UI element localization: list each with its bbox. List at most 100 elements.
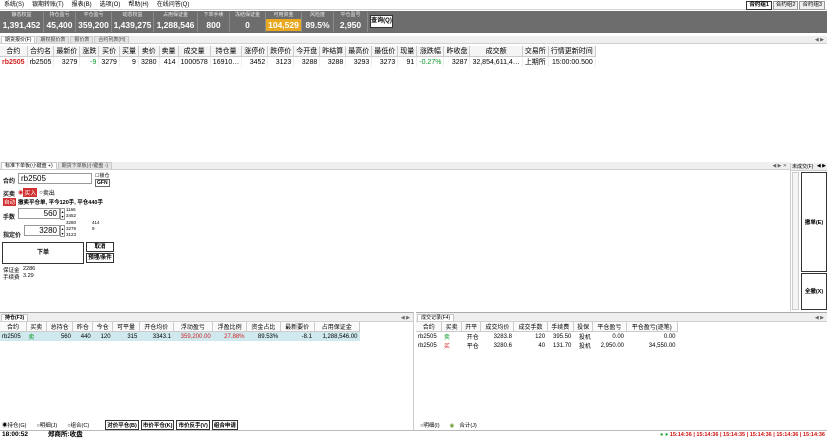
query-button[interactable]: 查询(Q)	[370, 15, 393, 28]
tab-contract-list[interactable]: 合约列表(H)	[94, 36, 130, 43]
tab-quote-list[interactable]: 报价表	[70, 36, 94, 43]
table-row[interactable]: rb2505 买 平仓 3280.6 40 131.70 投机 2,950.00 34,550.…	[416, 341, 678, 351]
account-value: 0	[245, 20, 250, 30]
quote-tab-nav[interactable]: ◀ ▶	[815, 37, 827, 43]
table-cell: -9	[79, 56, 100, 67]
menu-report[interactable]: 报表(B)	[72, 0, 92, 10]
tab-futures-order[interactable]: 期货下单板(小键盘 -)	[57, 162, 113, 169]
radio-combo[interactable]: ○组合(C)	[67, 421, 94, 429]
radio-trade-detail[interactable]: ○明细(I)	[420, 421, 445, 429]
table-cell: 3288	[293, 56, 321, 67]
pending-orders-title[interactable]: 未成交(F)	[792, 163, 813, 170]
combo-apply-button[interactable]: 组合申请	[211, 420, 238, 430]
table-cell: 89.53%	[246, 331, 281, 341]
tab-futures-quote[interactable]: 期货报价(F)	[1, 36, 36, 43]
tab-options-quote[interactable]: 期权报价表	[36, 36, 70, 43]
gfn-toggle[interactable]: GFN	[95, 179, 110, 187]
qty-hint-2: 3452	[66, 213, 77, 218]
radio-trade-sum[interactable]: ◉ 合计(J)	[450, 421, 482, 429]
table-cell: 投机	[578, 344, 591, 350]
table-cell: 卖	[443, 335, 450, 341]
table-cell: 32,854,611,4…	[469, 56, 523, 67]
table-cell: 买	[443, 344, 450, 350]
layout-tab-2[interactable]: 合约组2	[772, 1, 799, 10]
account-value: 89.5%	[305, 20, 330, 30]
column-header: 总持仓	[46, 322, 74, 332]
table-cell: 15:00:00.500	[548, 56, 596, 67]
account-order-fee: 下单手续 800	[198, 12, 230, 32]
account-value: 104,529	[266, 19, 301, 31]
column-header: 昨收盘	[443, 46, 471, 57]
table-cell: rb2505	[0, 56, 28, 67]
table-cell: 3280	[138, 56, 160, 67]
exchange-clock: 15:14:36	[696, 432, 719, 438]
column-header: 合约名	[27, 46, 55, 57]
column-header: 成交量	[178, 46, 211, 57]
column-header: 合约	[416, 322, 443, 332]
lock-checkbox[interactable]: ☐锁仓	[95, 172, 110, 179]
tab-standard-order[interactable]: 标准下单板(小键盘 +)	[1, 162, 57, 169]
table-cell: 卖	[26, 331, 47, 341]
cancel-order-button[interactable]: 撤单(E)	[801, 172, 827, 272]
table-cell: rb2505	[418, 333, 437, 340]
table-cell: 414	[159, 56, 179, 67]
radio-detail-label: 明细(J)	[39, 423, 58, 429]
side-radio-group: ◉ 买入 ○ 卖出	[18, 188, 55, 197]
menu-help[interactable]: 帮助(H)	[128, 0, 148, 10]
menu-system[interactable]: 系统(S)	[4, 0, 24, 10]
radio-position[interactable]: ◉持仓(G)	[2, 421, 31, 429]
qty-stepper[interactable]: ▴ ▾	[60, 208, 65, 220]
contract-input[interactable]: rb2505	[18, 173, 92, 184]
positions-nav[interactable]: ◀ ▶	[401, 315, 413, 321]
auto-tag[interactable]: 自动	[3, 198, 17, 206]
table-row[interactable]: rb2505 卖 开仓 3283.8 120 395.50 投机 0.00 0.00	[416, 332, 678, 342]
account-frozen-margin: 冻结保证金 0	[230, 12, 266, 32]
reverse-at-market-button[interactable]: 市价反手(V)	[176, 420, 210, 430]
pending-orders-nav[interactable]: ◀ ▶	[817, 163, 826, 170]
condition-order-button[interactable]: 预埋/条件	[86, 253, 114, 263]
tab-trades[interactable]: 成交记录(F4)	[417, 314, 455, 321]
layout-tab-1[interactable]: 合约组1	[746, 1, 772, 10]
column-header: 持仓量	[210, 46, 243, 57]
trades-nav[interactable]: ◀ ▶	[815, 315, 827, 321]
price-stepper[interactable]: ▴ ▾	[60, 225, 65, 237]
table-row[interactable]: rb2505 卖 560 440 120 315 3343.1 359,200.00 27.88…	[0, 331, 360, 341]
account-value: 1,288,546	[156, 20, 195, 30]
exchange-clocks: ● ● 15:14:36 | 15:14:36 | 15:14:35 | 15:…	[660, 432, 825, 438]
qty-input[interactable]: 560	[18, 208, 60, 219]
radio-combo-label: 组合(C)	[70, 423, 90, 429]
cancel-all-button[interactable]: 全撤(X)	[801, 273, 827, 310]
table-cell: 3287	[443, 56, 471, 67]
column-header: 买量	[119, 46, 139, 57]
layout-tab-3[interactable]: 合约组3	[799, 1, 825, 10]
close-at-market-button[interactable]: 市价平仓(K)	[140, 420, 175, 430]
table-cell: 440	[72, 331, 93, 341]
price-input[interactable]: 3280	[24, 225, 60, 236]
tab-positions[interactable]: 持仓(F3)	[1, 314, 29, 321]
radio-detail[interactable]: ○明细(J)	[36, 421, 62, 429]
menu-bank-transfer[interactable]: 银期转账(T)	[32, 0, 64, 10]
table-cell: 131.70	[553, 342, 572, 349]
pending-orders-scrollbar[interactable]	[792, 172, 799, 310]
cancel-button[interactable]: 取消	[86, 242, 114, 252]
account-label: 平仓盈亏	[83, 12, 104, 18]
exchange-clock: 15:14:36	[802, 432, 825, 438]
menu-options[interactable]: 选项(O)	[100, 0, 121, 10]
table-cell: 34,550.00	[648, 342, 676, 349]
fee-value: 3.29	[23, 273, 34, 279]
table-cell: 2,950.00	[600, 342, 624, 349]
quote-header-row: 合约 合约名 最新价 涨跌 买价 买量 卖价 卖量 成交量 持仓量 涨停价 跌停价 今开盘 昨结算 最高价最…	[0, 46, 596, 57]
column-header: 平仓盈亏	[592, 322, 627, 332]
close-at-opponent-button[interactable]: 对价平仓(B)	[105, 420, 139, 430]
table-row[interactable]: rb2505 rb2505 3279 -9 3279 9 3280 414 1000578 169…	[0, 56, 596, 67]
submit-order-button[interactable]: 下单	[2, 242, 84, 264]
positions-panel: 持仓(F3) ◀ ▶ 合约 买卖 总持仓 昨仓 今仓 可平量 开仓均价 浮动盈亏 浮盈比例 资金占…	[0, 312, 414, 430]
table-cell: 开仓	[466, 335, 479, 341]
price-hint-3[interactable]: 3123	[66, 232, 76, 238]
price-label: 指定价	[3, 233, 22, 239]
order-tab-nav[interactable]: ◀ ▶ ✕	[772, 163, 790, 169]
trades-controls: ○明细(I) ◉ 合计(J)	[420, 421, 487, 429]
account-margin-used: 占用保证金 1,288,546	[154, 12, 198, 32]
column-header: 买价	[98, 46, 120, 57]
menu-online-qa[interactable]: 在线问答(Q)	[157, 0, 190, 10]
